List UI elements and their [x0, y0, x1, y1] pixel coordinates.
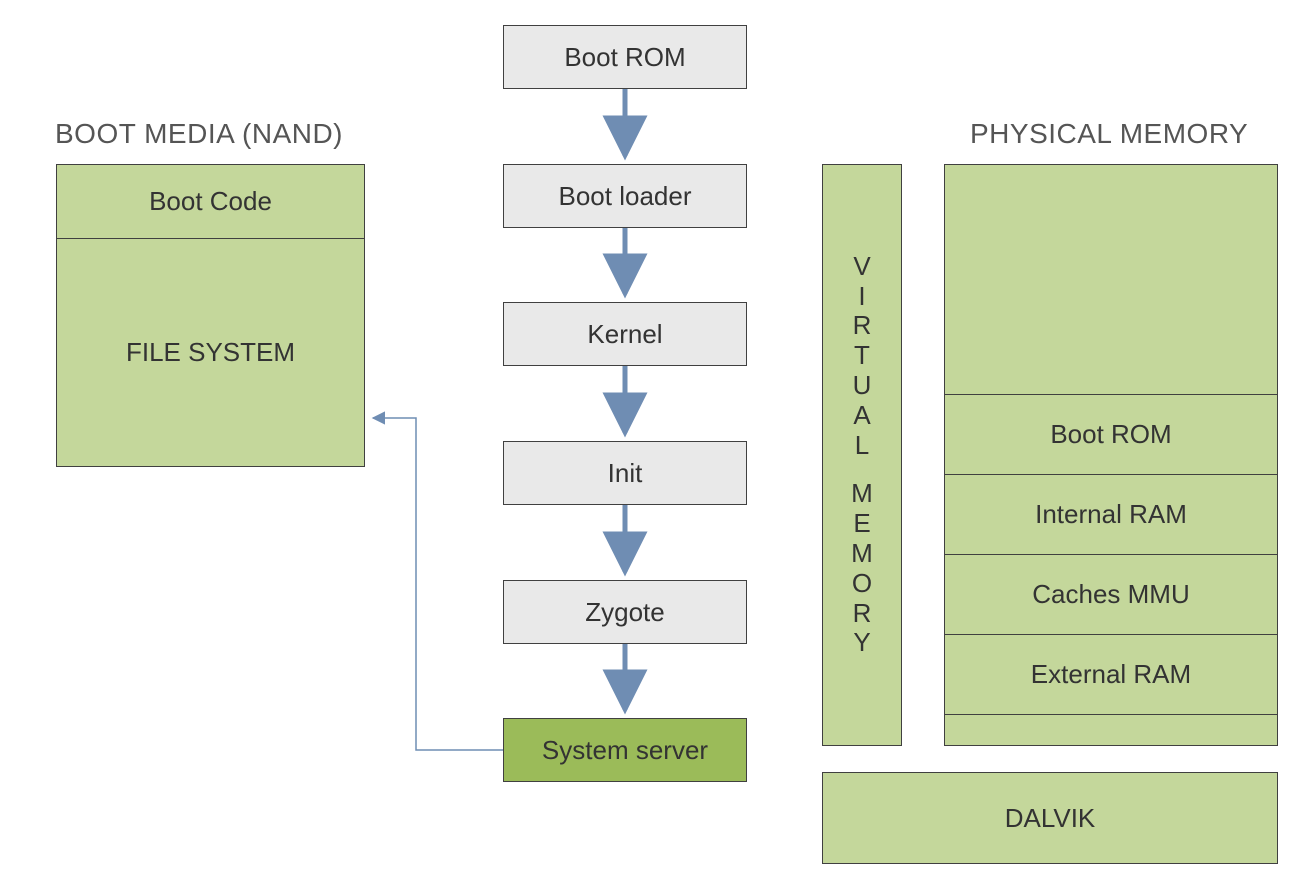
heading-physical-memory: PHYSICAL MEMORY [970, 118, 1248, 150]
virtual-memory: V I R T U A L M E M O R Y [822, 164, 902, 746]
vm-char: U [853, 371, 872, 401]
pm-div-5 [944, 714, 1278, 715]
flow-init: Init [503, 441, 747, 505]
flow-kernel: Kernel [503, 302, 747, 366]
vm-char: I [858, 282, 865, 312]
flow-zygote: Zygote [503, 580, 747, 644]
vm-char: Y [853, 628, 870, 658]
vm-char: O [852, 569, 872, 599]
arrow-system-to-bootmedia [373, 418, 503, 750]
pm-external-ram: External RAM [944, 634, 1278, 714]
diagram-canvas: BOOT MEDIA (NAND) PHYSICAL MEMORY Boot R… [0, 0, 1309, 888]
pm-caches-mmu: Caches MMU [944, 554, 1278, 634]
boot-media-fs: FILE SYSTEM [56, 238, 365, 467]
vm-char: A [853, 401, 870, 431]
vm-char: E [853, 509, 870, 539]
dalvik-box: DALVIK [822, 772, 1278, 864]
vm-char: L [855, 431, 869, 461]
vm-char: R [853, 311, 872, 341]
vm-char: T [854, 341, 870, 371]
vm-char: V [853, 252, 870, 282]
boot-media-code: Boot Code [56, 164, 365, 238]
vm-char: M [851, 479, 873, 509]
vm-char: R [853, 599, 872, 629]
vm-char: M [851, 539, 873, 569]
flow-boot-rom: Boot ROM [503, 25, 747, 89]
flow-system-server: System server [503, 718, 747, 782]
flow-boot-loader: Boot loader [503, 164, 747, 228]
pm-internal-ram: Internal RAM [944, 474, 1278, 554]
heading-boot-media: BOOT MEDIA (NAND) [55, 118, 343, 150]
pm-boot-rom: Boot ROM [944, 394, 1278, 474]
